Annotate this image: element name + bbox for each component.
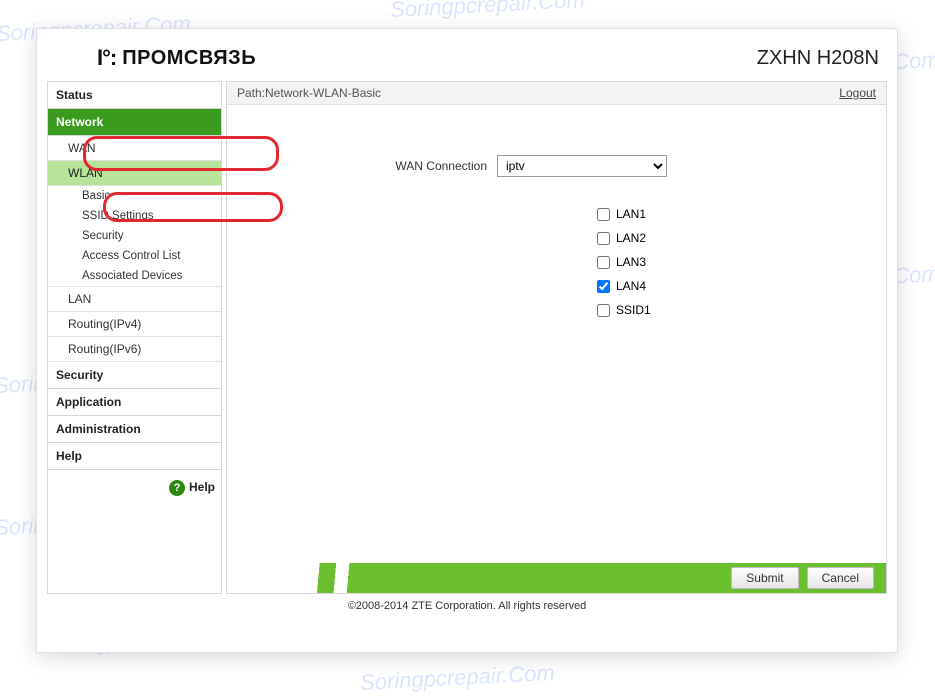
logo-text: ПРОМСВЯЗЬ: [122, 47, 256, 70]
logout-link[interactable]: Logout: [839, 86, 876, 100]
label-ssid1: SSID1: [616, 303, 651, 317]
label-lan4: LAN4: [616, 279, 646, 293]
sidebar-item-help[interactable]: Help: [48, 443, 221, 470]
label-lan3: LAN3: [616, 255, 646, 269]
form-area: WAN Connection iptv LAN1 LAN2 LAN3 LAN4 …: [227, 105, 886, 347]
checkbox-lan3[interactable]: [597, 256, 610, 269]
submit-button[interactable]: Submit: [731, 567, 798, 589]
sidebar-item-wan[interactable]: WAN: [48, 136, 221, 161]
help-link[interactable]: ? Help: [48, 470, 221, 506]
main-panel: Path:Network-WLAN-Basic Logout WAN Conne…: [226, 81, 887, 594]
sidebar-item-routing-ipv6[interactable]: Routing(IPv6): [48, 337, 221, 362]
checkbox-lan1[interactable]: [597, 208, 610, 221]
help-icon: ?: [169, 480, 185, 496]
sidebar: Status Network WAN WLAN Basic SSID Setti…: [47, 81, 222, 594]
logo-icon: I°:: [97, 45, 116, 71]
sidebar-item-assoc-devices[interactable]: Associated Devices: [48, 266, 221, 287]
sidebar-item-wlan[interactable]: WLAN: [48, 161, 221, 186]
sidebar-item-ssid-settings[interactable]: SSID Settings: [48, 206, 221, 226]
sidebar-item-lan[interactable]: LAN: [48, 287, 221, 312]
label-lan2: LAN2: [616, 231, 646, 245]
breadcrumb: Path:Network-WLAN-Basic: [237, 86, 381, 100]
device-model: ZXHN H208N: [757, 47, 879, 70]
wan-connection-label: WAN Connection: [337, 159, 487, 173]
sidebar-item-application[interactable]: Application: [48, 389, 221, 416]
checkbox-ssid1[interactable]: [597, 304, 610, 317]
copyright: ©2008-2014 ZTE Corporation. All rights r…: [37, 594, 897, 618]
sidebar-item-acl[interactable]: Access Control List: [48, 246, 221, 266]
help-link-label: Help: [189, 480, 215, 494]
sidebar-item-administration[interactable]: Administration: [48, 416, 221, 443]
router-admin-frame: I°: ПРОМСВЯЗЬ ZXHN H208N Status Network …: [36, 28, 898, 653]
checkbox-lan2[interactable]: [597, 232, 610, 245]
breadcrumb-bar: Path:Network-WLAN-Basic Logout: [227, 82, 886, 105]
sidebar-item-security[interactable]: Security: [48, 362, 221, 389]
checkbox-lan4[interactable]: [597, 280, 610, 293]
sidebar-item-routing-ipv4[interactable]: Routing(IPv4): [48, 312, 221, 337]
header: I°: ПРОМСВЯЗЬ ZXHN H208N: [37, 29, 897, 81]
wan-connection-select[interactable]: iptv: [497, 155, 667, 177]
sidebar-item-basic[interactable]: Basic: [48, 186, 221, 206]
sidebar-item-network[interactable]: Network: [48, 109, 221, 136]
sidebar-item-status[interactable]: Status: [48, 82, 221, 109]
watermark: Soringpcrepair.Com: [389, 0, 585, 23]
sidebar-item-wlan-security[interactable]: Security: [48, 226, 221, 246]
cancel-button[interactable]: Cancel: [807, 567, 874, 589]
port-checkbox-list: LAN1 LAN2 LAN3 LAN4 SSID1: [597, 207, 856, 317]
watermark: Soringpcrepair.Com: [359, 660, 555, 696]
label-lan1: LAN1: [616, 207, 646, 221]
action-bar: Submit Cancel: [227, 563, 886, 593]
logo: I°: ПРОМСВЯЗЬ: [97, 45, 256, 71]
